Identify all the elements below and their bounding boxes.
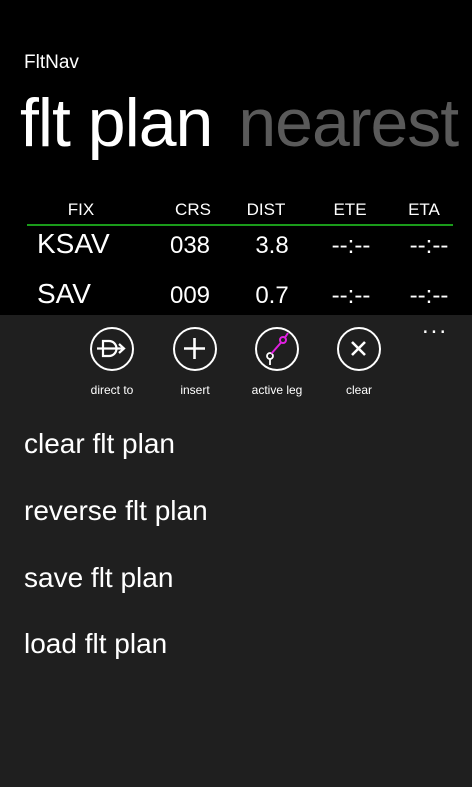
- menu-item-load-flt-plan[interactable]: load flt plan: [24, 628, 167, 660]
- fix-cell: KSAV: [37, 228, 110, 259]
- ete-cell: --:--: [331, 282, 371, 309]
- eta-cell: --:--: [409, 282, 449, 309]
- direct-to-button[interactable]: direct to: [67, 327, 157, 397]
- column-header-ete: ETE: [333, 200, 367, 219]
- header-divider: [27, 224, 453, 226]
- eta-cell: --:--: [409, 232, 449, 259]
- column-header-eta: ETA: [408, 200, 440, 219]
- active-leg-label: active leg: [251, 383, 303, 397]
- menu-item-clear-flt-plan[interactable]: clear flt plan: [24, 428, 175, 460]
- ete-cell: --:--: [331, 232, 371, 259]
- dist-cell: 3.8: [255, 232, 289, 259]
- application-bar: ... direct to insert active leg clear cl…: [0, 314, 472, 787]
- plus-icon: [184, 338, 205, 359]
- clear-button[interactable]: clear: [314, 327, 404, 397]
- fix-cell: SAV: [37, 278, 91, 309]
- more-options-button[interactable]: ...: [422, 314, 448, 338]
- app-title: FltNav: [24, 52, 79, 73]
- flight-plan-table-header: FIX CRS DIST ETE ETA: [0, 200, 472, 224]
- direct-to-label: direct to: [90, 383, 134, 397]
- crs-cell: 009: [169, 282, 211, 309]
- column-header-dist: DIST: [246, 200, 286, 219]
- table-row[interactable]: SAV 009 0.7 --:-- --:--: [0, 278, 472, 318]
- pivot-tab-nearest[interactable]: nearest: [238, 85, 459, 161]
- active-leg-icon: [266, 332, 289, 365]
- clear-label: clear: [345, 383, 372, 397]
- menu-item-reverse-flt-plan[interactable]: reverse flt plan: [24, 495, 208, 527]
- active-leg-button[interactable]: active leg: [232, 327, 322, 397]
- insert-label: insert: [180, 383, 210, 397]
- close-icon: [351, 341, 366, 356]
- column-header-crs: CRS: [175, 200, 211, 219]
- dist-cell: 0.7: [255, 282, 289, 309]
- pivot-tab-flt-plan[interactable]: flt plan: [20, 85, 213, 161]
- table-row[interactable]: KSAV 038 3.8 --:-- --:--: [0, 228, 472, 268]
- menu-item-save-flt-plan[interactable]: save flt plan: [24, 562, 173, 594]
- crs-cell: 038: [169, 232, 211, 259]
- pivot-header: flt plan nearest: [20, 78, 459, 168]
- column-header-fix: FIX: [67, 200, 95, 219]
- direct-to-icon: [97, 339, 126, 358]
- insert-button[interactable]: insert: [150, 327, 240, 397]
